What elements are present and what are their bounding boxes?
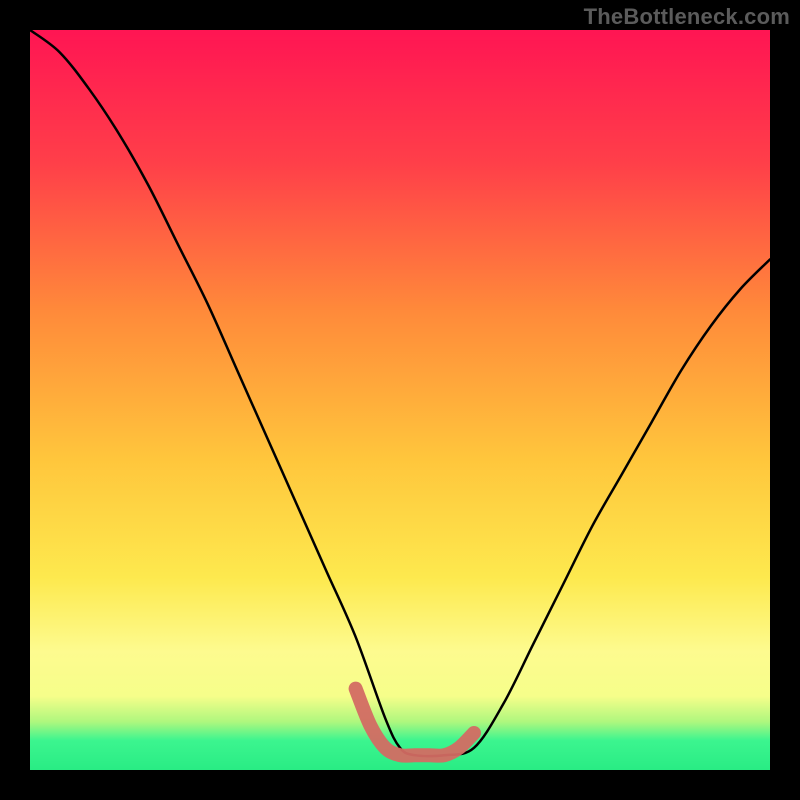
gradient-background bbox=[30, 30, 770, 770]
chart-svg bbox=[30, 30, 770, 770]
chart-frame: TheBottleneck.com bbox=[0, 0, 800, 800]
watermark-label: TheBottleneck.com bbox=[584, 4, 790, 30]
plot-area bbox=[30, 30, 770, 770]
